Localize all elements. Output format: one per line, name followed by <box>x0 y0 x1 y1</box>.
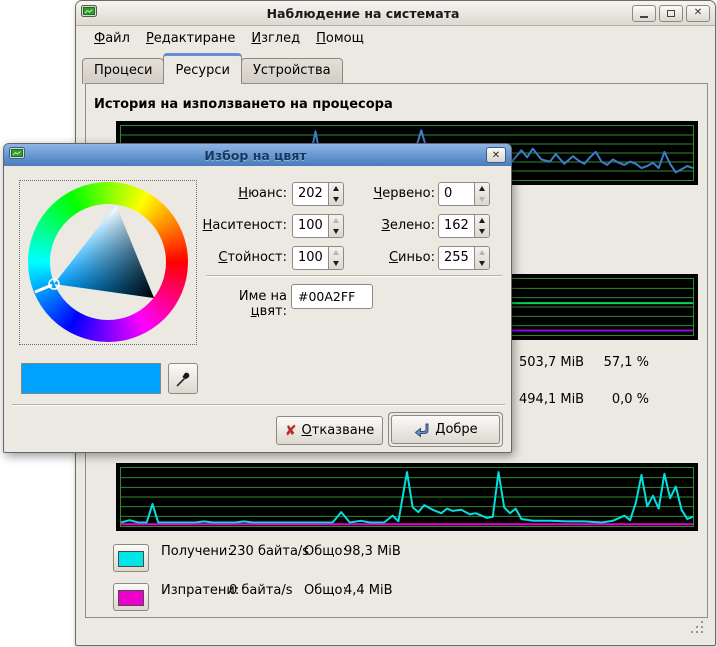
menu-edit[interactable]: Редактиране <box>138 29 243 48</box>
received-label: Получени: <box>161 544 232 559</box>
menu-view[interactable]: Изглед <box>243 29 308 48</box>
dialog-title: Избор на цвят <box>25 148 486 163</box>
sent-total: 4,4 MiB <box>344 583 393 598</box>
sv-triangle[interactable] <box>20 181 198 346</box>
received-color-button[interactable] <box>113 544 149 572</box>
green-spin-up[interactable] <box>475 215 489 226</box>
value-spin-down[interactable] <box>329 258 343 269</box>
sent-rate: 0 байта/s <box>229 583 293 598</box>
menu-file[interactable]: Файл <box>86 29 138 48</box>
eyedropper-button[interactable] <box>168 363 198 394</box>
value-spinbox[interactable]: 100 <box>292 246 344 270</box>
saturation-label: Наситеност: <box>202 218 287 233</box>
red-spin-down[interactable] <box>475 194 489 205</box>
network-received-row: Получени: 230 байта/s Общо: 98,3 MiB <box>113 538 533 566</box>
memory-percent-value: 57,1 % <box>591 355 649 370</box>
tab-bar: Процеси Ресурси Устройства <box>82 53 709 84</box>
blue-spin-down[interactable] <box>475 258 489 269</box>
sent-label: Изпратени: <box>161 583 239 598</box>
memory-size-value: 503,7 MiB <box>519 355 584 370</box>
ok-button-default-ring: Добре <box>388 412 503 447</box>
received-rate: 230 байта/s <box>229 544 309 559</box>
blue-label: Синьо: <box>357 250 435 265</box>
saturation-spinbox[interactable]: 100 <box>292 214 344 238</box>
saturation-spin-up[interactable] <box>329 215 343 226</box>
selected-color-preview <box>21 363 161 394</box>
menu-help[interactable]: Помощ <box>308 29 372 48</box>
maximize-icon <box>667 10 675 17</box>
red-spin-up[interactable] <box>475 183 489 194</box>
dialog-titlebar[interactable]: Избор на цвят ✕ <box>4 144 511 166</box>
sent-color-swatch <box>118 590 144 606</box>
minimize-icon <box>640 16 648 18</box>
green-spinbox[interactable]: 162 <box>438 214 490 238</box>
cancel-button[interactable]: ✘ Отказване <box>276 416 383 445</box>
blue-spin-up[interactable] <box>475 247 489 258</box>
red-label: Червено: <box>357 186 435 201</box>
hue-spin-down[interactable] <box>329 194 343 205</box>
network-history-chart <box>116 463 698 531</box>
blue-spinbox[interactable]: 255 <box>438 246 490 270</box>
ok-button[interactable]: Добре <box>391 415 500 444</box>
saturation-spin-down[interactable] <box>329 226 343 237</box>
dialog-close-button[interactable]: ✕ <box>486 147 506 163</box>
ok-button-label: Добре <box>435 422 477 437</box>
system-monitor-icon <box>9 147 25 164</box>
blue-value[interactable]: 255 <box>439 247 474 269</box>
red-value[interactable]: 0 <box>439 183 474 205</box>
value-value[interactable]: 100 <box>293 247 328 269</box>
sent-color-button[interactable] <box>113 583 149 611</box>
main-titlebar[interactable]: Наблюдение на системата ✕ <box>76 1 715 26</box>
saturation-value[interactable]: 100 <box>293 215 328 237</box>
hsv-color-wheel[interactable] <box>19 180 197 345</box>
green-value[interactable]: 162 <box>439 215 474 237</box>
hue-label: Нюанс: <box>202 186 287 201</box>
sent-total-label: Общо: <box>304 583 347 598</box>
fields-separator <box>206 275 502 277</box>
cancel-button-label: Отказване <box>302 423 375 438</box>
received-total: 98,3 MiB <box>344 544 401 559</box>
window-title: Наблюдение на системата <box>97 6 629 21</box>
maximize-button[interactable] <box>659 5 683 22</box>
tab-processes[interactable]: Процеси <box>82 58 164 84</box>
tab-resources[interactable]: Ресурси <box>163 53 242 84</box>
desktop: Наблюдение на системата ✕ Файл Редактира… <box>0 0 717 647</box>
tab-devices[interactable]: Устройства <box>241 58 343 84</box>
swap-percent-value: 0,0 % <box>591 392 649 407</box>
eyedropper-icon <box>174 370 192 388</box>
color-name-input[interactable]: #00A2FF <box>291 284 373 309</box>
action-separator <box>12 404 505 406</box>
close-icon: ✕ <box>492 150 500 161</box>
cpu-section-title: История на използването на процесора <box>94 97 393 112</box>
hue-spin-up[interactable] <box>329 183 343 194</box>
green-label: Зелено: <box>357 218 435 233</box>
green-spin-down[interactable] <box>475 226 489 237</box>
swap-size-value: 494,1 MiB <box>519 392 584 407</box>
color-picker-dialog: Избор на цвят ✕ <box>3 143 512 453</box>
value-spin-up[interactable] <box>329 247 343 258</box>
hue-spinbox[interactable]: 202 <box>292 182 344 206</box>
enter-arrow-icon <box>413 422 430 438</box>
menubar: Файл Редактиране Изглед Помощ <box>76 26 715 50</box>
memory-usage-row: 503,7 MiB 57,1 % <box>519 355 651 371</box>
red-spinbox[interactable]: 0 <box>438 182 490 206</box>
color-name-label: Име на цвят: <box>202 289 287 319</box>
close-icon: ✕ <box>694 8 702 18</box>
close-button[interactable]: ✕ <box>686 5 710 22</box>
resize-grip[interactable] <box>690 620 705 639</box>
received-color-swatch <box>118 551 144 567</box>
swap-usage-row: 494,1 MiB 0,0 % <box>519 392 651 408</box>
red-x-icon: ✘ <box>285 423 297 439</box>
hue-value[interactable]: 202 <box>293 183 328 205</box>
network-sent-row: Изпратени: 0 байта/s Общо: 4,4 MiB <box>113 577 533 605</box>
value-label: Стойност: <box>202 250 287 265</box>
received-total-label: Общо: <box>304 544 347 559</box>
network-chart-canvas <box>121 468 693 526</box>
system-monitor-icon <box>81 5 97 22</box>
minimize-button[interactable] <box>632 5 656 22</box>
